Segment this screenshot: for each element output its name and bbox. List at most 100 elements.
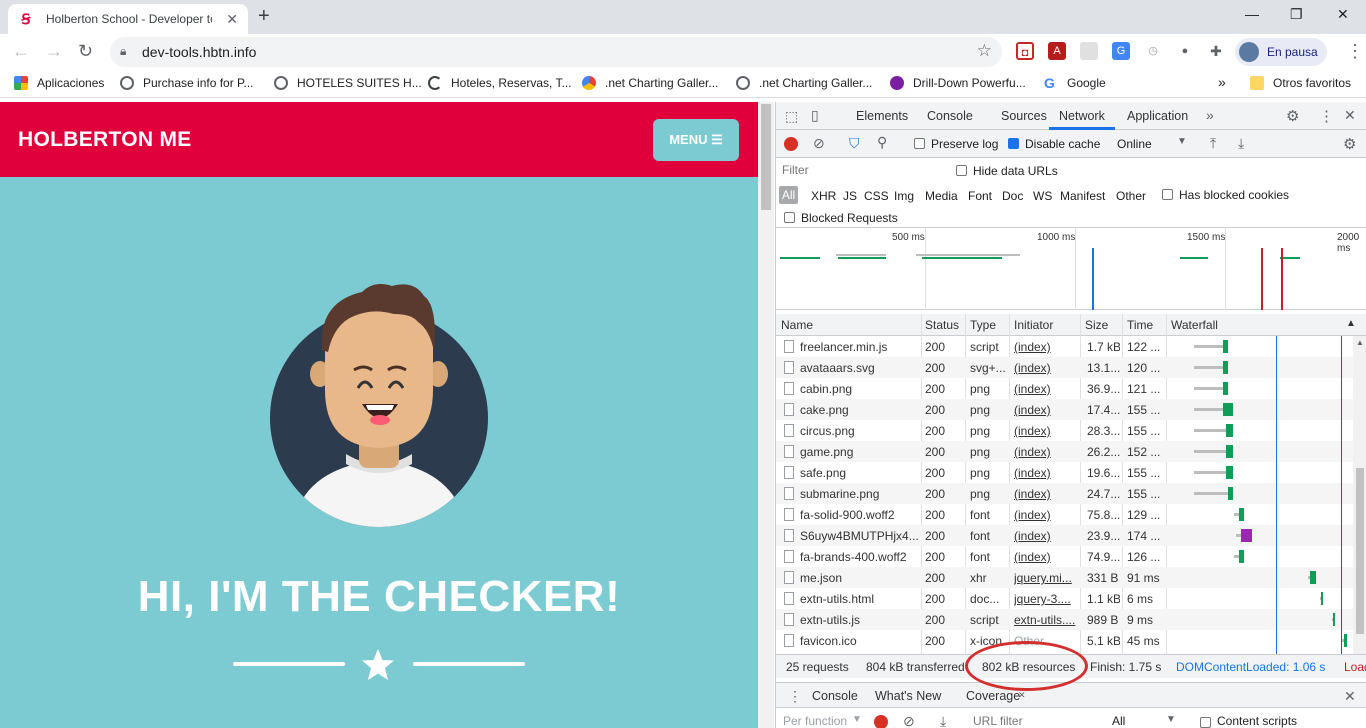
browser-menu-icon[interactable]: ⋮: [1346, 41, 1364, 62]
cell-initiator[interactable]: (index): [1014, 529, 1076, 543]
cell-initiator[interactable]: (index): [1014, 361, 1076, 375]
content-scripts-checkbox[interactable]: [1200, 717, 1211, 728]
close-tab-icon[interactable]: ✕: [226, 11, 238, 28]
bookmark-item[interactable]: Drill-Down Powerfu...: [890, 76, 1026, 90]
device-toolbar-icon[interactable]: ▯: [811, 107, 819, 124]
sort-ascending-icon[interactable]: ▲: [1346, 318, 1356, 329]
restore-button[interactable]: ❐: [1290, 6, 1303, 23]
network-overview[interactable]: 500 ms 1000 ms 1500 ms 2000 ms: [776, 228, 1366, 310]
menu-button[interactable]: MENU ☰: [653, 119, 739, 161]
extension-timer-icon[interactable]: ◷: [1144, 42, 1162, 60]
table-row[interactable]: cake.png 200 png (index) 17.4... 155 ...: [776, 399, 1353, 420]
profile-button[interactable]: En pausa: [1235, 38, 1327, 66]
tab-console[interactable]: Console: [927, 109, 973, 123]
forward-button[interactable]: →: [45, 41, 63, 62]
table-row[interactable]: fa-brands-400.woff2 200 font (index) 74.9...…: [776, 546, 1353, 567]
filter-xhr[interactable]: XHR: [811, 189, 836, 203]
cell-name[interactable]: submarine.png: [800, 487, 918, 501]
page-scrollbar-thumb[interactable]: [761, 104, 771, 210]
close-window-button[interactable]: ✕: [1337, 6, 1349, 23]
cell-name[interactable]: S6uyw4BMUTPHjx4...: [800, 529, 918, 543]
table-row[interactable]: S6uyw4BMUTPHjx4... 200 font (index) 23.9... 1…: [776, 525, 1353, 546]
more-tabs-icon[interactable]: »: [1206, 107, 1214, 123]
col-waterfall[interactable]: Waterfall: [1171, 318, 1218, 332]
filter-js[interactable]: JS: [843, 189, 857, 203]
network-settings-icon[interactable]: ⚙: [1343, 135, 1356, 153]
cell-initiator[interactable]: (index): [1014, 445, 1076, 459]
throttling-select[interactable]: Online: [1117, 137, 1152, 151]
bookmark-item[interactable]: .net Charting Galler...: [582, 76, 718, 90]
drawer-menu-icon[interactable]: ⋮: [788, 688, 802, 705]
bookmark-item[interactable]: HOTELES SUITES H...: [274, 76, 422, 90]
table-row[interactable]: game.png 200 png (index) 26.2... 152 ...: [776, 441, 1353, 462]
col-size[interactable]: Size: [1085, 318, 1108, 332]
cell-initiator[interactable]: (index): [1014, 487, 1076, 501]
cell-name[interactable]: fa-brands-400.woff2: [800, 550, 918, 564]
bookmark-item[interactable]: Purchase info for P...: [120, 76, 254, 90]
filter-icon[interactable]: ⛉: [849, 135, 860, 152]
request-list-scrollbar-thumb[interactable]: [1356, 468, 1364, 634]
site-brand[interactable]: HOLBERTON ME: [18, 128, 192, 152]
filter-img[interactable]: Img: [894, 189, 914, 203]
cell-name[interactable]: extn-utils.js: [800, 613, 918, 627]
settings-gear-icon[interactable]: ⚙: [1286, 107, 1299, 125]
more-bookmarks-button[interactable]: »: [1218, 74, 1226, 90]
extensions-puzzle-icon[interactable]: ✚: [1207, 42, 1225, 60]
cell-initiator[interactable]: (index): [1014, 424, 1076, 438]
clear-icon[interactable]: ⊘: [813, 135, 825, 152]
cell-initiator[interactable]: (index): [1014, 382, 1076, 396]
extension-grid-icon[interactable]: [1080, 42, 1098, 60]
blocked-requests-checkbox[interactable]: [784, 212, 795, 223]
table-row[interactable]: fa-solid-900.woff2 200 font (index) 75.8... 1…: [776, 504, 1353, 525]
extension-shield-icon[interactable]: ◘: [1016, 42, 1034, 60]
cell-initiator[interactable]: (index): [1014, 340, 1076, 354]
col-type[interactable]: Type: [970, 318, 996, 332]
table-row[interactable]: circus.png 200 png (index) 28.3... 155 ...: [776, 420, 1353, 441]
table-row[interactable]: extn-utils.html 200 doc... jquery-3.... 1.1 …: [776, 588, 1353, 609]
cell-name[interactable]: cake.png: [800, 403, 918, 417]
bookmark-apps[interactable]: Aplicaciones: [14, 76, 104, 90]
filter-css[interactable]: CSS: [864, 189, 889, 203]
drawer-tab-console[interactable]: Console: [812, 689, 858, 703]
preserve-log-checkbox[interactable]: [914, 138, 925, 149]
close-drawer-icon[interactable]: ✕: [1344, 688, 1356, 705]
per-function-select[interactable]: Per function: [783, 714, 847, 728]
col-status[interactable]: Status: [925, 318, 959, 332]
tab-sources[interactable]: Sources: [1001, 109, 1047, 123]
page-scrollbar[interactable]: [758, 102, 774, 728]
table-row[interactable]: extn-utils.js 200 script extn-utils.... 989 …: [776, 609, 1353, 630]
filter-font[interactable]: Font: [968, 189, 992, 203]
cell-name[interactable]: extn-utils.html: [800, 592, 918, 606]
table-row[interactable]: cabin.png 200 png (index) 36.9... 121 ...: [776, 378, 1353, 399]
table-row[interactable]: me.json 200 xhr jquery.mi... 331 B 91 ms: [776, 567, 1353, 588]
cell-initiator[interactable]: (index): [1014, 508, 1076, 522]
col-time[interactable]: Time: [1127, 318, 1153, 332]
acrobat-extension-icon[interactable]: A: [1048, 42, 1066, 60]
browser-tab[interactable]: Ꞩ Holberton School - Developer tools ✕: [8, 4, 248, 34]
filter-other[interactable]: Other: [1116, 189, 1146, 203]
has-blocked-cookies-checkbox[interactable]: [1162, 189, 1173, 200]
reload-button[interactable]: ↻: [78, 41, 93, 62]
extension-circle-icon[interactable]: ●: [1176, 42, 1194, 60]
table-row[interactable]: freelancer.min.js 200 script (index) 1.7 kB 1…: [776, 336, 1353, 357]
cell-initiator[interactable]: (index): [1014, 550, 1076, 564]
close-devtools-icon[interactable]: ✕: [1344, 107, 1356, 124]
cell-initiator[interactable]: jquery-3....: [1014, 592, 1076, 606]
filter-media[interactable]: Media: [925, 189, 958, 203]
cell-name[interactable]: safe.png: [800, 466, 918, 480]
cell-name[interactable]: freelancer.min.js: [800, 340, 918, 354]
filter-doc[interactable]: Doc: [1002, 189, 1023, 203]
table-row[interactable]: avataaars.svg 200 svg+... (index) 13.1... 120…: [776, 357, 1353, 378]
filter-ws[interactable]: WS: [1033, 189, 1052, 203]
kebab-menu-icon[interactable]: ⋮: [1319, 107, 1334, 125]
close-coverage-tab-icon[interactable]: ✕: [1018, 690, 1026, 701]
bookmark-google[interactable]: G Google: [1044, 76, 1106, 90]
cell-initiator[interactable]: Other: [1014, 634, 1076, 648]
export-har-icon[interactable]: ⤓: [1238, 135, 1244, 152]
search-icon[interactable]: ⚲: [877, 134, 887, 151]
record-icon[interactable]: [784, 137, 798, 151]
drawer-tab-coverage[interactable]: Coverage: [966, 689, 1020, 703]
hide-data-urls-checkbox[interactable]: [956, 165, 967, 176]
coverage-export-icon[interactable]: ⤓: [940, 713, 946, 728]
bookmark-item[interactable]: Hoteles, Reservas, T...: [428, 76, 572, 90]
